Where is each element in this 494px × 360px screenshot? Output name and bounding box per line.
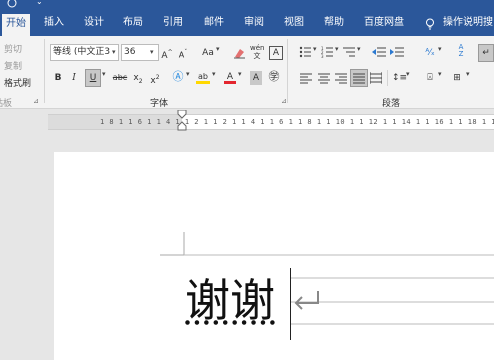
tab-references[interactable]: 引用 bbox=[163, 12, 183, 36]
cut-button[interactable]: 剪切 bbox=[4, 42, 22, 55]
text-cursor bbox=[290, 268, 291, 340]
shading-button[interactable]: ⍓ bbox=[424, 71, 436, 85]
sort-button[interactable]: AZ bbox=[455, 44, 467, 58]
svg-text:3: 3 bbox=[321, 54, 324, 58]
highlight-button[interactable]: ab bbox=[196, 70, 210, 84]
chevron-down-icon[interactable]: ▾ bbox=[438, 45, 442, 53]
italic-button[interactable]: I bbox=[68, 71, 80, 85]
justify-button[interactable] bbox=[350, 69, 368, 87]
justify-icon bbox=[353, 73, 365, 84]
distributed-icon[interactable] bbox=[370, 72, 382, 84]
superscript-button[interactable]: x2 bbox=[149, 71, 161, 86]
chevron-down-icon[interactable]: ▾ bbox=[335, 45, 339, 53]
tab-mailings[interactable]: 邮件 bbox=[204, 12, 224, 36]
document-text[interactable]: 谢谢 bbox=[185, 273, 275, 329]
numbering-icon[interactable]: 123 bbox=[321, 46, 333, 58]
chevron-down-icon[interactable]: ▾ bbox=[216, 45, 220, 53]
multilevel-list-icon[interactable] bbox=[343, 46, 355, 58]
clipboard-launcher-icon[interactable]: ⊿ bbox=[33, 97, 39, 105]
align-center-icon[interactable] bbox=[318, 72, 330, 84]
asian-layout-button[interactable]: ᴬ⁄ₓ bbox=[424, 46, 436, 60]
tab-design[interactable]: 设计 bbox=[84, 12, 104, 36]
character-border-button[interactable]: A bbox=[269, 46, 283, 60]
lightbulb-icon bbox=[426, 18, 434, 30]
chevron-down-icon[interactable]: ▾ bbox=[212, 70, 216, 78]
separator bbox=[387, 70, 388, 86]
enclose-characters-button[interactable]: ㊫ bbox=[268, 70, 280, 84]
font-launcher-icon[interactable]: ⊿ bbox=[281, 97, 287, 105]
character-shading-button[interactable]: A bbox=[250, 71, 262, 85]
tab-review[interactable]: 审阅 bbox=[244, 12, 264, 36]
chevron-down-icon[interactable]: ▾ bbox=[406, 70, 410, 78]
phonetic-guide-button[interactable]: wén 文 bbox=[250, 44, 264, 60]
chevron-down-icon[interactable]: ▾ bbox=[150, 44, 154, 61]
underline-button[interactable]: U bbox=[85, 69, 101, 87]
clipboard-group-label: 贴板 bbox=[0, 99, 13, 109]
font-color-button[interactable]: A bbox=[224, 70, 236, 84]
text-effects-button[interactable]: Ⓐ bbox=[172, 70, 184, 84]
copy-button[interactable]: 复制 bbox=[4, 59, 22, 72]
paragraph-group-label: 段落 bbox=[382, 99, 401, 109]
show-marks-button[interactable]: ↵ bbox=[478, 44, 494, 62]
chevron-down-icon[interactable]: ▾ bbox=[438, 70, 442, 78]
tab-layout[interactable]: 布局 bbox=[123, 12, 143, 36]
tab-view[interactable]: 视图 bbox=[284, 12, 304, 36]
ruler-ticks: 1 8 1 1 6 1 1 4 1 1 2 1 1 2 1 1 4 1 1 6 … bbox=[100, 118, 494, 126]
chevron-down-icon[interactable]: ▾ bbox=[466, 70, 470, 78]
paragraph-mark-icon bbox=[294, 291, 319, 310]
chevron-down-icon[interactable]: ▾ bbox=[102, 70, 106, 78]
ribbon-home: 剪切 复制 格式刷 贴板 ⊿ 等线 (中文正3 ▾ 36 ▾ A^ Aˇ Aa … bbox=[0, 36, 494, 109]
separator bbox=[44, 39, 45, 103]
shrink-font-button[interactable]: Aˇ bbox=[177, 46, 189, 60]
tab-baidu-netdisk[interactable]: 百度网盘 bbox=[364, 12, 404, 36]
increase-indent-icon[interactable] bbox=[390, 46, 404, 58]
indent-marker-icon[interactable] bbox=[177, 110, 187, 134]
chevron-down-icon[interactable]: ▾ bbox=[357, 45, 361, 53]
title-bar: ⌄ bbox=[0, 0, 494, 12]
ruler-bar[interactable]: 1 8 1 1 6 1 1 4 1 1 2 1 1 2 1 1 4 1 1 6 … bbox=[48, 110, 494, 131]
qat-icon[interactable] bbox=[6, 0, 18, 12]
tab-home[interactable]: 开始 bbox=[2, 14, 30, 36]
grow-font-button[interactable]: A^ bbox=[161, 46, 173, 61]
separator bbox=[287, 39, 288, 103]
bullets-icon[interactable] bbox=[299, 46, 311, 58]
decrease-indent-icon[interactable] bbox=[372, 46, 386, 58]
tell-me-search[interactable]: 操作说明搜 bbox=[443, 12, 493, 36]
change-case-button[interactable]: Aa bbox=[199, 46, 217, 60]
align-right-icon[interactable] bbox=[335, 72, 347, 84]
horizontal-ruler[interactable]: 1 8 1 1 6 1 1 4 1 1 2 1 1 2 1 1 4 1 1 6 … bbox=[0, 109, 494, 133]
format-painter-button[interactable]: 格式刷 bbox=[4, 76, 31, 89]
tab-insert[interactable]: 插入 bbox=[44, 12, 64, 36]
font-name-select[interactable]: 等线 (中文正3 bbox=[50, 44, 119, 61]
chevron-down-icon[interactable]: ▾ bbox=[313, 45, 317, 53]
qat-dropdown-icon[interactable]: ⌄ bbox=[36, 0, 43, 6]
chevron-down-icon[interactable]: ▾ bbox=[238, 70, 242, 78]
document-page[interactable]: 谢谢 bbox=[54, 152, 494, 360]
strikethrough-button[interactable]: abc bbox=[112, 71, 128, 85]
line-spacing-button[interactable]: ↕≡ bbox=[392, 71, 407, 85]
align-left-icon[interactable] bbox=[300, 72, 312, 84]
chevron-down-icon[interactable]: ▾ bbox=[186, 70, 190, 78]
subscript-button[interactable]: x2 bbox=[132, 71, 144, 85]
clear-formatting-icon[interactable] bbox=[234, 47, 246, 59]
borders-button[interactable]: ⊞ bbox=[451, 71, 463, 85]
tab-help[interactable]: 帮助 bbox=[324, 12, 344, 36]
font-group-label: 字体 bbox=[150, 99, 169, 109]
chevron-down-icon[interactable]: ▾ bbox=[112, 44, 116, 61]
ribbon-tabs: 开始 插入 设计 布局 引用 邮件 审阅 视图 帮助 百度网盘 操作说明搜 bbox=[0, 12, 494, 36]
bold-button[interactable]: B bbox=[52, 71, 64, 85]
